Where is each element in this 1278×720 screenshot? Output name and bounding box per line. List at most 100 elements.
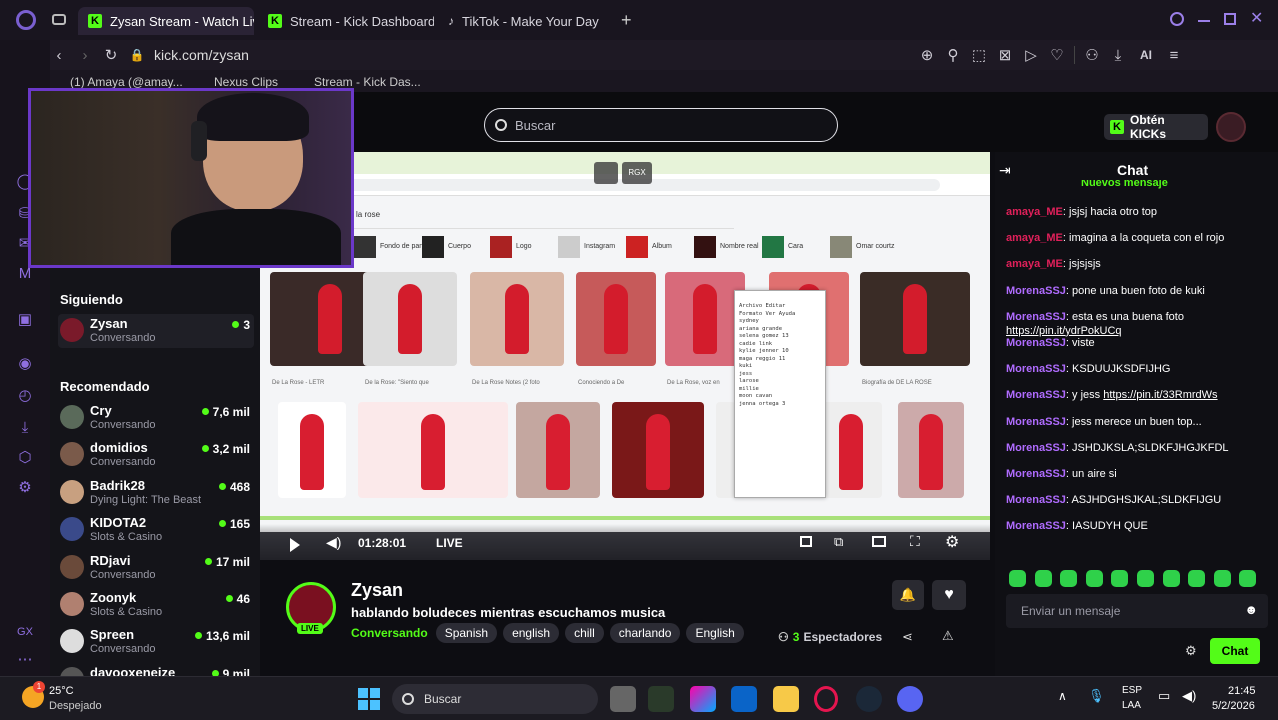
- clock-date[interactable]: 5/2/2026: [1212, 700, 1255, 712]
- emote-icon[interactable]: [1162, 570, 1180, 587]
- chat-username[interactable]: MorenaSSJ: [1006, 442, 1066, 454]
- close-window-button[interactable]: ✕: [1250, 8, 1263, 28]
- aria-ai-button[interactable]: AI: [1131, 43, 1161, 67]
- discord-icon[interactable]: [897, 686, 923, 712]
- fullscreen-icon[interactable]: ⛶: [910, 533, 920, 550]
- pip-icon[interactable]: [800, 536, 812, 547]
- history-icon[interactable]: ◴: [13, 384, 37, 408]
- settings-icon[interactable]: ⚙: [13, 476, 37, 500]
- emote-icon[interactable]: [1009, 570, 1026, 587]
- new-messages-banner[interactable]: Nuevos mensaje: [1081, 180, 1168, 190]
- recommended-channel[interactable]: Spreen Conversando 13,6 mil: [58, 625, 254, 659]
- recommended-channel[interactable]: domidios Conversando 3,2 mil: [58, 438, 254, 472]
- chat-input[interactable]: Enviar un mensaje ☻: [1006, 594, 1268, 628]
- steam-icon[interactable]: [856, 686, 882, 712]
- new-tab-button[interactable]: +: [621, 10, 632, 31]
- chat-username[interactable]: amaya_ME: [1006, 258, 1063, 270]
- chat-username[interactable]: MorenaSSJ: [1006, 337, 1066, 349]
- tab-tiktok[interactable]: ♪ TikTok - Make Your Day: [438, 7, 614, 35]
- emote-icon[interactable]: [1239, 570, 1257, 587]
- tab-zysan-stream[interactable]: K Zysan Stream - Watch Live: [78, 7, 254, 35]
- opera-logo-icon[interactable]: [16, 10, 36, 30]
- chat-username[interactable]: amaya_ME: [1006, 206, 1063, 218]
- reload-icon[interactable]: ↻: [98, 43, 124, 67]
- minimize-button[interactable]: [1198, 20, 1210, 22]
- bookmark-stream-kick[interactable]: Stream - Kick Das...: [314, 75, 421, 89]
- collapse-chat-icon[interactable]: ⇥: [999, 162, 1011, 179]
- outlook-icon[interactable]: [731, 686, 757, 712]
- chat-username[interactable]: MorenaSSJ: [1006, 311, 1066, 323]
- player-settings-icon[interactable]: ⚙: [945, 532, 959, 552]
- music-icon[interactable]: ◉: [13, 352, 37, 376]
- adblock-icon[interactable]: ⊠: [992, 43, 1018, 67]
- heart-icon[interactable]: ♡: [1044, 43, 1070, 67]
- extensions-icon[interactable]: ⬡: [13, 446, 37, 470]
- play-button[interactable]: [290, 538, 300, 552]
- taskbar-search[interactable]: Buscar: [392, 684, 598, 714]
- copilot-icon[interactable]: [690, 686, 716, 712]
- clock-time[interactable]: 21:45: [1228, 685, 1256, 697]
- bookmark-nexus-clips[interactable]: Nexus Clips: [214, 75, 278, 89]
- layout-indicator[interactable]: LAA: [1122, 700, 1141, 711]
- chat-username[interactable]: MorenaSSJ: [1006, 363, 1066, 375]
- stream-tag[interactable]: charlando: [609, 623, 681, 643]
- clip-icon[interactable]: ⧉: [834, 534, 843, 550]
- emote-icon[interactable]: [1111, 570, 1129, 587]
- chat-username[interactable]: amaya_ME: [1006, 232, 1063, 244]
- player-icon[interactable]: ▷: [1018, 43, 1044, 67]
- tab-search-icon[interactable]: [1170, 12, 1184, 26]
- chat-username[interactable]: MorenaSSJ: [1006, 416, 1066, 428]
- chat-username[interactable]: MorenaSSJ: [1006, 520, 1066, 532]
- stream-tag[interactable]: English: [686, 623, 744, 643]
- snapshot-icon[interactable]: ⬚: [966, 43, 992, 67]
- menu-icon[interactable]: ≡: [1161, 43, 1187, 67]
- chat-username[interactable]: MorenaSSJ: [1006, 468, 1066, 480]
- network-icon[interactable]: ▭: [1158, 688, 1170, 704]
- video-player[interactable]: la rose Fondo de pantalla Cuerpo Logo Insta…: [260, 152, 990, 560]
- report-icon[interactable]: ⚠: [942, 628, 954, 644]
- maximize-button[interactable]: [1224, 13, 1236, 25]
- downloads-icon[interactable]: ⤓: [13, 416, 37, 440]
- forward-icon[interactable]: ›: [72, 43, 98, 67]
- emote-icon[interactable]: [1060, 570, 1078, 587]
- recommended-channel[interactable]: KIDOTA2 Slots & Casino 165: [58, 513, 254, 547]
- chat-send-button[interactable]: Chat: [1210, 638, 1260, 664]
- workspaces-icon[interactable]: [52, 14, 66, 25]
- emote-icon[interactable]: [1137, 570, 1154, 587]
- more-icon[interactable]: ⋯: [13, 648, 37, 672]
- emote-icon[interactable]: [1034, 570, 1052, 587]
- recommended-channel[interactable]: RDjavi Conversando 17 mil: [58, 551, 254, 585]
- theater-icon[interactable]: [872, 536, 886, 547]
- download-icon[interactable]: ⤓: [1105, 43, 1131, 67]
- gx-icon[interactable]: GX: [13, 620, 37, 644]
- twitch-icon[interactable]: ▣: [13, 308, 37, 332]
- chat-username[interactable]: MorenaSSJ: [1006, 494, 1066, 506]
- chat-link[interactable]: https://pin.it/ydrPokUCq: [1006, 325, 1122, 337]
- user-avatar[interactable]: [1216, 112, 1246, 142]
- chat-username[interactable]: MorenaSSJ: [1006, 389, 1066, 401]
- stream-tag[interactable]: Spanish: [435, 623, 498, 643]
- task-view-icon[interactable]: [610, 686, 636, 712]
- recommended-channel[interactable]: Zoonyk Slots & Casino 46: [58, 588, 254, 622]
- pin-icon[interactable]: ⚲: [940, 43, 966, 67]
- mic-icon[interactable]: 🎙: [1088, 688, 1105, 704]
- chat-username[interactable]: MorenaSSJ: [1006, 285, 1066, 297]
- emote-icon[interactable]: [1188, 570, 1206, 587]
- emote-icon[interactable]: [1213, 570, 1231, 587]
- get-kicks-button[interactable]: K Obtén KICKs: [1104, 113, 1208, 141]
- emoji-icon[interactable]: ☻: [1244, 602, 1258, 617]
- emote-icon[interactable]: [1085, 570, 1103, 587]
- file-explorer-icon[interactable]: [773, 686, 799, 712]
- chat-settings-icon[interactable]: ⚙: [1185, 643, 1197, 659]
- tab-kick-dashboard[interactable]: K Stream - Kick Dashboard: [258, 7, 434, 35]
- zoom-icon[interactable]: ⊕: [914, 43, 940, 67]
- chat-link[interactable]: https://pin.it/33RmrdWs: [1103, 389, 1217, 401]
- follow-heart-button[interactable]: ♥: [932, 580, 966, 610]
- opera-gx-icon[interactable]: [814, 686, 838, 712]
- notification-bell-button[interactable]: 🔔: [892, 580, 924, 610]
- stream-tag[interactable]: chill: [565, 623, 604, 643]
- volume-tray-icon[interactable]: ◀): [1182, 688, 1196, 704]
- recommended-channel[interactable]: Cry Conversando 7,6 mil: [58, 401, 254, 435]
- bookmark-amaya[interactable]: (1) Amaya (@amay...: [70, 75, 183, 89]
- url-field[interactable]: kick.com/zysan: [154, 47, 914, 63]
